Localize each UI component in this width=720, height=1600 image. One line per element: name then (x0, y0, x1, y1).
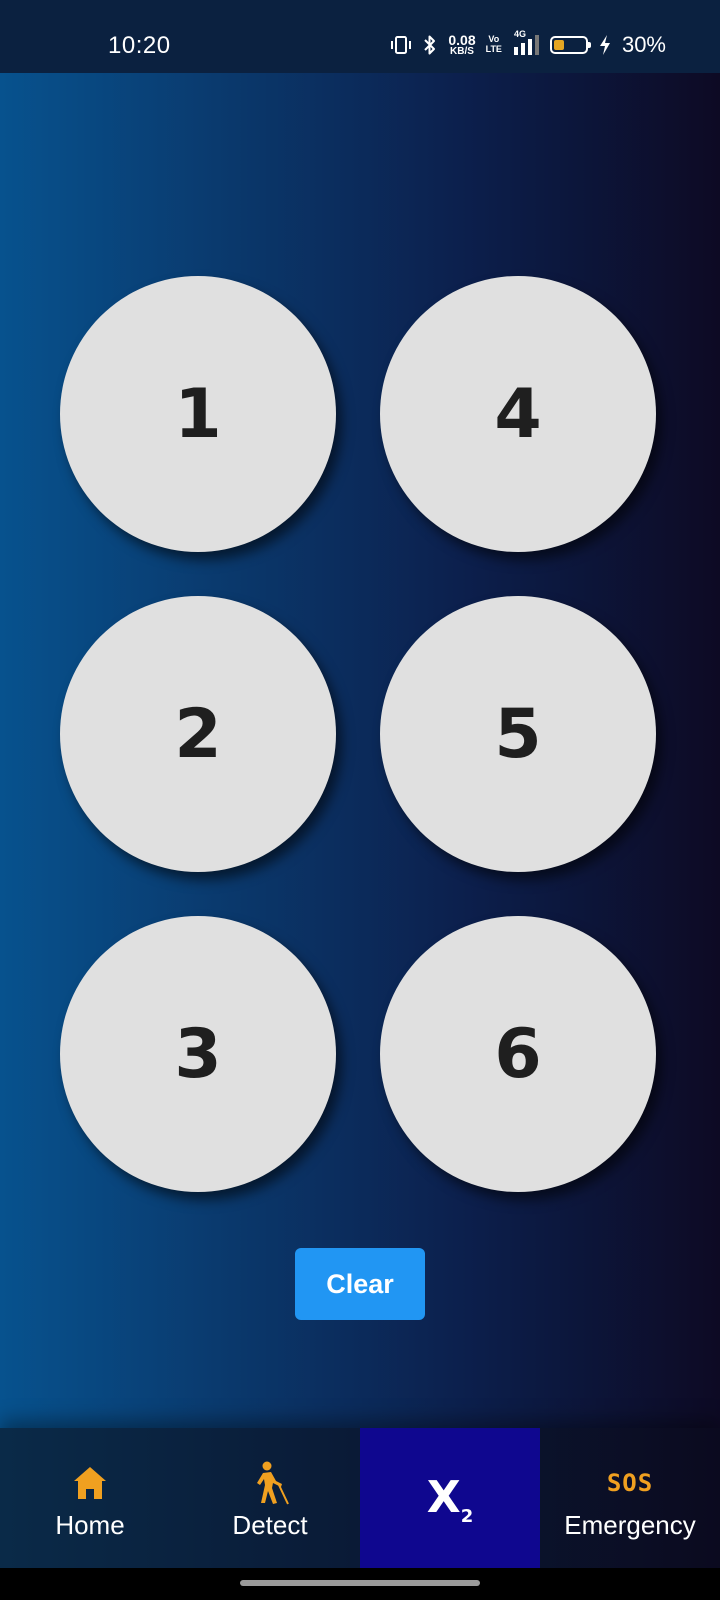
signal-icon: 4G (512, 29, 540, 55)
keypad-button-5[interactable]: 5 (380, 596, 656, 872)
system-nav-bar (0, 1568, 720, 1600)
battery-icon (549, 36, 591, 54)
sos-icon: SOS (607, 1462, 653, 1504)
nav-label-detect: Detect (232, 1509, 308, 1540)
home-gesture-pill[interactable] (240, 1580, 480, 1586)
volte-bottom: LTE (485, 44, 502, 54)
sos-icon-text: SOS (606, 1468, 654, 1497)
keypad-button-1[interactable]: 1 (60, 276, 336, 552)
keypad-button-2[interactable]: 2 (60, 596, 336, 872)
bottom-nav: Home Detect X2 SOS Emergency (0, 1428, 720, 1568)
x2-icon-sub: 2 (460, 1505, 474, 1527)
volte-indicator: Vo LTE (485, 34, 502, 55)
bluetooth-icon (422, 34, 438, 56)
x2-icon-text: X (426, 1472, 461, 1524)
charging-icon (598, 34, 612, 56)
network-speed-unit: KB/S (450, 46, 474, 57)
network-type: 4G (513, 29, 526, 39)
nav-item-detect[interactable]: Detect (180, 1428, 360, 1568)
network-speed: 0.08 KB/S (448, 33, 475, 57)
status-time: 10:20 (108, 32, 171, 59)
home-icon (72, 1462, 108, 1504)
blind-walker-icon (250, 1461, 290, 1504)
nav-item-x2[interactable]: X2 (360, 1428, 540, 1568)
nav-item-home[interactable]: Home (0, 1428, 180, 1568)
keypad-button-3[interactable]: 3 (60, 916, 336, 1192)
battery-percent: 30% (621, 32, 666, 57)
battery-level-fill (553, 40, 565, 50)
x2-icon: X2 (427, 1476, 473, 1526)
keypad-button-6[interactable]: 6 (380, 916, 656, 1192)
network-speed-value: 0.08 (448, 32, 476, 48)
nav-item-emergency[interactable]: SOS Emergency (540, 1428, 720, 1568)
status-icons: 0.08 KB/S Vo LTE 4G 30% (390, 28, 666, 62)
app-screen: 10:20 0.08 KB/S Vo LTE 4G 30% 1 4 2 5 3 … (0, 0, 720, 1600)
status-bar: 10:20 0.08 KB/S Vo LTE 4G 30% (0, 0, 720, 73)
nav-label-emergency: Emergency (564, 1509, 696, 1540)
clear-button[interactable]: Clear (295, 1248, 425, 1320)
nav-label-home: Home (55, 1509, 125, 1540)
vibrate-icon (390, 35, 412, 55)
keypad-button-4[interactable]: 4 (380, 276, 656, 552)
